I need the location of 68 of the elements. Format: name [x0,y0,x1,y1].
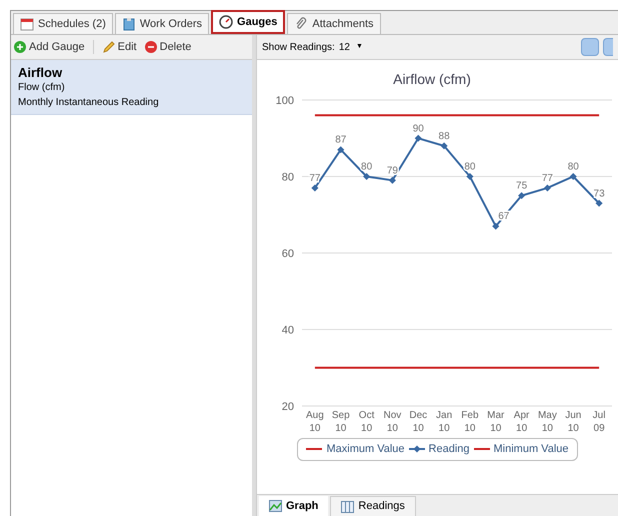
data-label: 87 [334,134,346,146]
gauge-unit: Flow (cfm) [18,81,66,95]
data-label: 79 [386,165,398,176]
x-tick-label: Aug 10 [306,410,324,434]
y-tick-label: 100 [275,95,294,107]
toolbar-button[interactable]: Delete [144,38,192,56]
data-point [362,172,370,180]
data-label: 77 [541,172,552,184]
show-readings-label: Show Readings: [262,40,335,54]
data-point [543,184,550,192]
minus-icon [144,41,157,53]
view-tab[interactable]: Graph [259,496,328,516]
x-tick-label: Feb 10 [460,410,478,434]
table-icon [341,500,354,512]
chart-title: Airflow (cfm) [392,71,470,87]
data-label: 77 [308,172,320,184]
line-marker-icon [408,445,425,454]
legend-label: Reading [428,442,470,457]
x-tick-label: Oct 10 [358,410,374,434]
x-tick-label: Jun 10 [564,410,581,434]
y-tick-label: 60 [281,248,294,260]
data-point [569,172,576,180]
toolbar-button[interactable]: Edit [102,38,137,56]
data-point [414,134,422,142]
data-label: 80 [360,162,372,172]
view-tab[interactable]: Readings [330,496,416,516]
data-label: 88 [438,130,450,142]
gauge-icon [219,15,234,29]
x-tick-label: Jul 09 [592,410,605,434]
y-tick-label: 80 [281,172,294,184]
data-point [440,142,448,150]
gauge-schedule: Monthly Instantaneous Reading [18,96,160,110]
x-tick-label: Jan 10 [436,410,452,434]
data-label: 90 [412,123,424,134]
data-label: 80 [464,162,475,172]
legend-label: Maximum Value [326,442,405,457]
tab[interactable]: Schedules (2) [13,13,113,34]
data-label: 73 [593,188,604,200]
tab[interactable]: Work Orders [114,13,210,34]
gauge-list-item[interactable]: Airflow Flow (cfm) Monthly Instantaneous Reading [11,60,252,115]
x-tick-label: Dec 10 [408,410,427,434]
pencil-icon [102,40,115,54]
x-tick-label: May 10 [537,410,556,434]
paperclip-icon [294,17,308,31]
clipboard-icon [122,17,136,31]
toolbar-button[interactable]: Add Gauge [14,38,85,56]
tab[interactable]: Gauges [211,10,286,34]
data-label: 75 [516,180,527,192]
data-point [518,192,525,200]
x-tick-label: Sep 10 [331,410,350,434]
gauge-name: Airflow [18,64,64,81]
data-point [466,172,473,180]
y-tick-label: 20 [281,401,294,413]
chart-icon [269,500,282,512]
data-point [310,184,318,192]
plus-icon [14,41,26,53]
y-tick-label: 40 [281,324,294,336]
data-point [336,146,344,154]
data-label: 80 [567,162,578,172]
data-point [492,222,499,230]
x-tick-label: Apr 10 [513,410,529,434]
legend-label: Minimum Value [494,442,569,457]
data-point [388,176,396,184]
x-tick-label: Nov 10 [383,410,401,434]
calendar-icon [20,17,34,31]
tab[interactable]: Attachments [287,13,381,34]
data-point [595,200,602,207]
x-tick-label: Mar 10 [486,410,504,434]
